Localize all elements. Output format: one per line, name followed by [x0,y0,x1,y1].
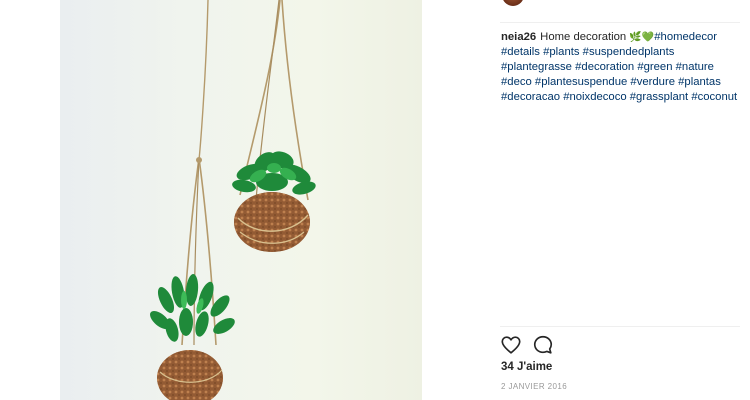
post-date: 2 JANVIER 2016 [501,382,568,391]
hashtag-link[interactable]: #plantesuspendue [535,76,627,88]
hashtag-link[interactable]: #coconut [691,91,737,103]
green-heart-emoji: 💚 [641,32,655,43]
post-container: neia26 Home decoration 🌿💚#homedecor #deta… [0,0,750,400]
divider [500,326,740,327]
hanging-plants-illustration [150,0,316,400]
hashtag-link[interactable]: #plantas [678,76,721,88]
caption-text: Home decoration [540,31,627,43]
leaf-emoji: 🌿 [629,32,642,43]
divider [500,22,740,23]
hashtag-link[interactable]: #green [637,61,672,73]
hashtag-link[interactable]: #verdure [630,76,675,88]
hashtag-link[interactable]: #decoration [575,61,634,73]
hashtag-link[interactable]: #decoracao [501,91,560,103]
hashtag-link[interactable]: #noixdecoco [563,91,626,103]
hashtag-link[interactable]: #nature [676,61,714,73]
comment-icon[interactable] [532,334,554,356]
hashtag-link[interactable]: #grassplant [630,91,688,103]
post-photo[interactable] [60,0,422,400]
hashtag-link[interactable]: #plantegrasse [501,61,572,73]
caption-username[interactable]: neia26 [501,31,536,43]
hashtag-link[interactable]: #deco [501,76,532,88]
hashtag-link[interactable]: #homedecor [654,31,717,43]
post-actions [500,334,560,356]
post-sidebar: neia26 Home decoration 🌿💚#homedecor #deta… [490,0,750,400]
likes-count[interactable]: 34 J'aime [501,361,552,373]
hashtag-link[interactable]: #plants [543,46,579,58]
heart-icon[interactable] [500,334,522,356]
avatar[interactable] [502,0,524,6]
post-caption: neia26 Home decoration 🌿💚#homedecor #deta… [501,30,741,105]
hashtag-link[interactable]: #details [501,46,540,58]
hashtag-link[interactable]: #suspendedplants [583,46,675,58]
